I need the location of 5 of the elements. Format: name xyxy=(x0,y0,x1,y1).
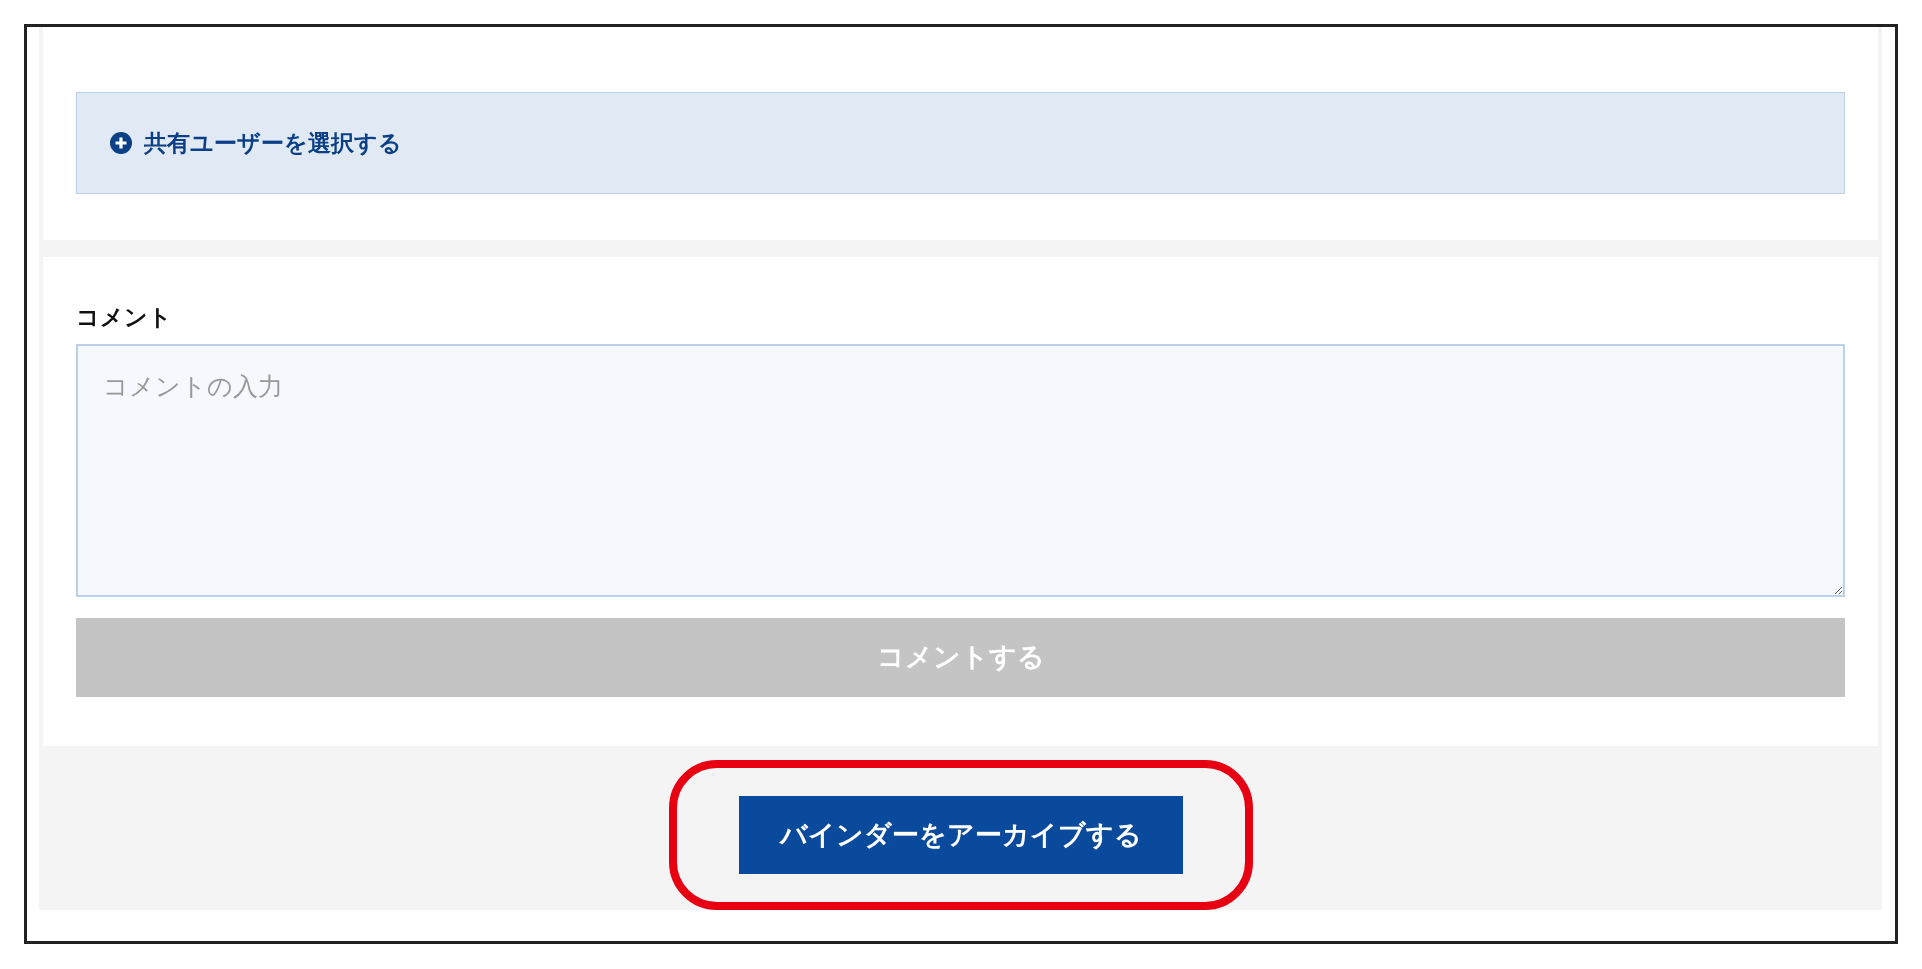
comment-label: コメント xyxy=(76,303,173,331)
archive-binder-button[interactable]: バインダーをアーカイブする xyxy=(738,796,1183,874)
add-users-button[interactable]: 共有ユーザーを選択する xyxy=(76,92,1845,194)
comment-field[interactable]: コメントの入力 xyxy=(76,344,1845,597)
plus-circle-icon xyxy=(110,132,132,154)
